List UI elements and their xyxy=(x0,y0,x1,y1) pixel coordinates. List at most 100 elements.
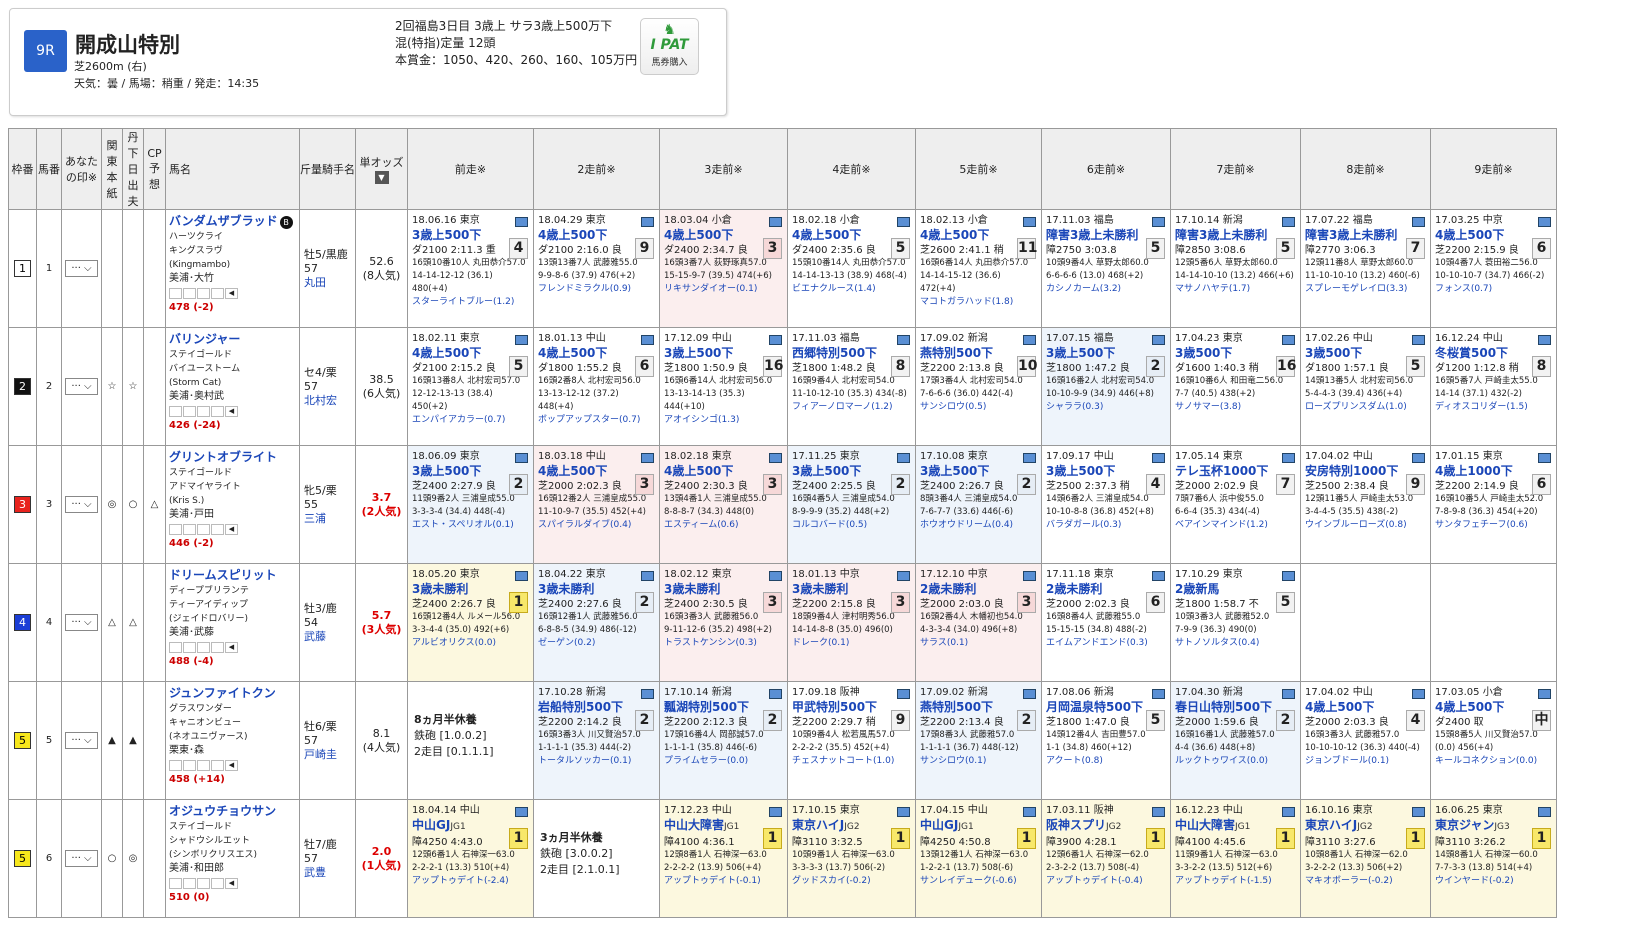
video-icon[interactable] xyxy=(641,689,654,699)
past-race-cell[interactable]: 17.04.02 中山 4歳上500下 4 芝2000 2:03.3 良 16頭3番3人… xyxy=(1300,681,1431,800)
video-icon[interactable] xyxy=(515,335,528,345)
memo-slot-icon[interactable]: ◀ xyxy=(225,878,238,889)
past-race-cell[interactable]: 17.09.02 新潟 燕特別500下 2 芝2200 2:13.4 良 17頭8番3人… xyxy=(915,681,1042,800)
memo-slot-icon[interactable]: ◀ xyxy=(225,524,238,535)
video-icon[interactable] xyxy=(1282,689,1295,699)
video-icon[interactable] xyxy=(1282,453,1295,463)
memo-slot-icon[interactable]: ◀ xyxy=(225,406,238,417)
winner-link[interactable]: スプレーモゲレイロ(3.3) xyxy=(1305,283,1426,296)
winner-link[interactable]: ビエナクルース(1.4) xyxy=(792,283,911,296)
past-race-cell[interactable]: 16.12.24 中山 冬桜賞500下 8 ダ1200 1:12.8 稍 16頭5番7人… xyxy=(1430,327,1557,446)
past-race-cell[interactable]: 17.10.15 東京 東京ハイJJG2 1 障3110 3:32.5 10頭9番1人 … xyxy=(787,799,916,918)
past-race-cell[interactable]: 17.01.15 東京 4歳上1000下 6 芝2200 2:14.9 良 16頭10番… xyxy=(1430,445,1557,564)
past-race-cell[interactable]: 17.12.10 中京 2歳未勝利 3 芝2000 2:03.0 良 16頭2番4人 木… xyxy=(915,563,1042,682)
past-race-cell[interactable]: 17.03.11 阪神 阪神スプリJG2 1 障3900 4:28.1 12頭6番1人 … xyxy=(1041,799,1171,918)
mark-select[interactable]: ··· ⌵ xyxy=(65,496,98,513)
video-icon[interactable] xyxy=(1023,571,1036,581)
winner-link[interactable]: エスティーム(0.6) xyxy=(664,519,783,532)
past-race-cell[interactable]: 17.07.22 福島 障害3歳上未勝利 7 障2770 3:06.3 12頭11番8人… xyxy=(1300,209,1431,328)
winner-link[interactable]: アップトゥデイト(-1.5) xyxy=(1175,875,1296,888)
past-race-cell[interactable]: 18.02.18 東京 4歳上500下 3 芝2400 2:30.3 良 13頭4番1人… xyxy=(659,445,788,564)
video-icon[interactable] xyxy=(515,217,528,227)
past-race-cell[interactable]: 16.06.25 東京 東京ジャンJG3 1 障3110 3:26.2 14頭8番1人 … xyxy=(1430,799,1557,918)
past-race-cell[interactable]: 18.02.13 小倉 4歳上500下 11 芝2600 2:41.1 稍 16頭6番1… xyxy=(915,209,1042,328)
memo-slot-icon[interactable] xyxy=(169,406,182,417)
horse-name-link[interactable]: バンダムザブラッド xyxy=(169,214,278,228)
past-race-cell[interactable]: 17.10.28 新潟 岩船特別500下 2 芝2200 2:14.2 良 16頭3番3… xyxy=(533,681,660,800)
winner-link[interactable]: スターライトブルー(1.2) xyxy=(412,296,529,309)
memo-slot-icon[interactable] xyxy=(211,760,224,771)
winner-link[interactable]: マキオボーラー(-0.2) xyxy=(1305,875,1426,888)
mark-select[interactable]: ··· ⌵ xyxy=(65,614,98,631)
video-icon[interactable] xyxy=(1152,335,1165,345)
past-race-cell[interactable]: 17.12.23 中山 中山大障害JG1 1 障4100 4:36.1 12頭8番1人 … xyxy=(659,799,788,918)
col-odds[interactable]: 単オッズ ▼ xyxy=(355,128,408,210)
past-race-cell[interactable]: 18.06.16 東京 3歳上500下 4 ダ2100 2:11.3 重 16頭10番1… xyxy=(407,209,534,328)
video-icon[interactable] xyxy=(1412,335,1425,345)
video-icon[interactable] xyxy=(769,335,782,345)
jockey-link[interactable]: 丸田 xyxy=(304,276,351,290)
memo-slot-icon[interactable] xyxy=(183,878,196,889)
memo-slot-icon[interactable] xyxy=(169,288,182,299)
winner-link[interactable]: エンパイアカラー(0.7) xyxy=(412,414,529,427)
video-icon[interactable] xyxy=(1412,217,1425,227)
video-icon[interactable] xyxy=(897,807,910,817)
past-race-cell[interactable]: 17.10.08 東京 3歳上500下 2 芝2400 2:26.7 良 8頭3番4人 … xyxy=(915,445,1042,564)
winner-link[interactable]: ゼーゲン(0.2) xyxy=(538,637,655,650)
video-icon[interactable] xyxy=(1023,807,1036,817)
past-race-cell[interactable]: 17.02.26 中山 3歳500下 5 ダ1800 1:57.1 良 14頭13番5人… xyxy=(1300,327,1431,446)
winner-link[interactable]: リキサンダイオー(0.1) xyxy=(664,283,783,296)
jockey-link[interactable]: 武藤 xyxy=(304,630,351,644)
winner-link[interactable]: カシノカーム(3.2) xyxy=(1046,283,1166,296)
winner-link[interactable]: キールコネクション(0.0) xyxy=(1435,755,1552,768)
past-race-cell[interactable]: 18.04.22 東京 3歳未勝利 2 芝2400 2:27.6 良 16頭12番1人 … xyxy=(533,563,660,682)
video-icon[interactable] xyxy=(769,807,782,817)
video-icon[interactable] xyxy=(1023,335,1036,345)
winner-link[interactable]: アルビオリクス(0.0) xyxy=(412,637,529,650)
memo-slot-icon[interactable] xyxy=(169,642,182,653)
memo-slot-icon[interactable] xyxy=(197,406,210,417)
video-icon[interactable] xyxy=(641,453,654,463)
winner-link[interactable]: ジョンブドール(0.1) xyxy=(1305,755,1426,768)
video-icon[interactable] xyxy=(1023,217,1036,227)
winner-link[interactable]: サノサマー(3.8) xyxy=(1175,401,1296,414)
winner-link[interactable]: ルックトゥワイス(0.0) xyxy=(1175,755,1296,768)
winner-link[interactable]: アップトゥデイト(-0.1) xyxy=(664,875,783,888)
ipat-buy-button[interactable]: ♞ I PAT 馬券購入 xyxy=(640,18,699,75)
memo-slot-icon[interactable] xyxy=(197,878,210,889)
video-icon[interactable] xyxy=(1152,217,1165,227)
winner-link[interactable]: フィアーノロマーノ(1.2) xyxy=(792,401,911,414)
past-race-cell[interactable]: 18.02.11 東京 4歳上500下 5 ダ2100 2:15.2 良 16頭13番8… xyxy=(407,327,534,446)
winner-link[interactable]: アップトゥデイト(-0.4) xyxy=(1046,875,1166,888)
past-race-cell[interactable]: 18.03.04 小倉 4歳上500下 3 ダ2400 2:34.7 良 16頭3番7人… xyxy=(659,209,788,328)
winner-link[interactable]: ボップアップスター(0.7) xyxy=(538,414,655,427)
winner-link[interactable]: アクート(0.8) xyxy=(1046,755,1166,768)
memo-slot-icon[interactable] xyxy=(211,878,224,889)
past-race-cell[interactable]: 17.11.03 福島 障害3歳上未勝利 5 障2750 3:03.8 10頭9番4人 … xyxy=(1041,209,1171,328)
past-race-cell[interactable]: 17.11.03 福島 西郷特別500下 8 芝1800 1:48.2 良 16頭9番4… xyxy=(787,327,916,446)
winner-link[interactable]: フレンドミラクル(0.9) xyxy=(538,283,655,296)
past-race-cell[interactable]: 16.12.23 中山 中山大障害JG1 1 障4100 4:45.6 11頭9番1人 … xyxy=(1170,799,1301,918)
past-race-cell[interactable]: 18.05.20 東京 3歳未勝利 1 芝2400 2:26.7 良 16頭12番4人 … xyxy=(407,563,534,682)
winner-link[interactable]: サンタフェチーフ(0.6) xyxy=(1435,519,1552,532)
memo-slot-icon[interactable]: ◀ xyxy=(225,760,238,771)
winner-link[interactable]: マコトガラハッド(1.8) xyxy=(920,296,1037,309)
winner-link[interactable]: サンシロウ(0.5) xyxy=(920,401,1037,414)
winner-link[interactable]: シャララ(0.3) xyxy=(1046,401,1166,414)
winner-link[interactable]: ディオスコリダー(1.5) xyxy=(1435,401,1552,414)
winner-link[interactable]: アップトゥデイト(-2.4) xyxy=(412,875,529,888)
winner-link[interactable]: ウインヤード(-0.2) xyxy=(1435,875,1552,888)
winner-link[interactable]: トラストケンシン(0.3) xyxy=(664,637,783,650)
video-icon[interactable] xyxy=(1152,689,1165,699)
video-icon[interactable] xyxy=(1023,689,1036,699)
video-icon[interactable] xyxy=(769,217,782,227)
video-icon[interactable] xyxy=(769,571,782,581)
past-race-cell[interactable]: 17.07.15 福島 3歳上500下 2 芝1800 1:47.2 良 16頭16番2… xyxy=(1041,327,1171,446)
past-race-cell[interactable]: 17.09.02 新潟 燕特別500下 10 芝2200 2:13.8 良 17頭3番4… xyxy=(915,327,1042,446)
past-race-cell[interactable]: 18.04.29 東京 4歳上500下 9 ダ2100 2:16.0 良 13頭13番7… xyxy=(533,209,660,328)
video-icon[interactable] xyxy=(1538,217,1551,227)
past-race-cell[interactable]: 17.11.18 東京 2歳未勝利 6 芝2000 2:02.3 良 16頭8番4人 武… xyxy=(1041,563,1171,682)
winner-link[interactable]: サラス(0.1) xyxy=(920,637,1037,650)
memo-slot-icon[interactable] xyxy=(169,878,182,889)
horse-name-link[interactable]: グリントオブライト xyxy=(169,450,277,464)
